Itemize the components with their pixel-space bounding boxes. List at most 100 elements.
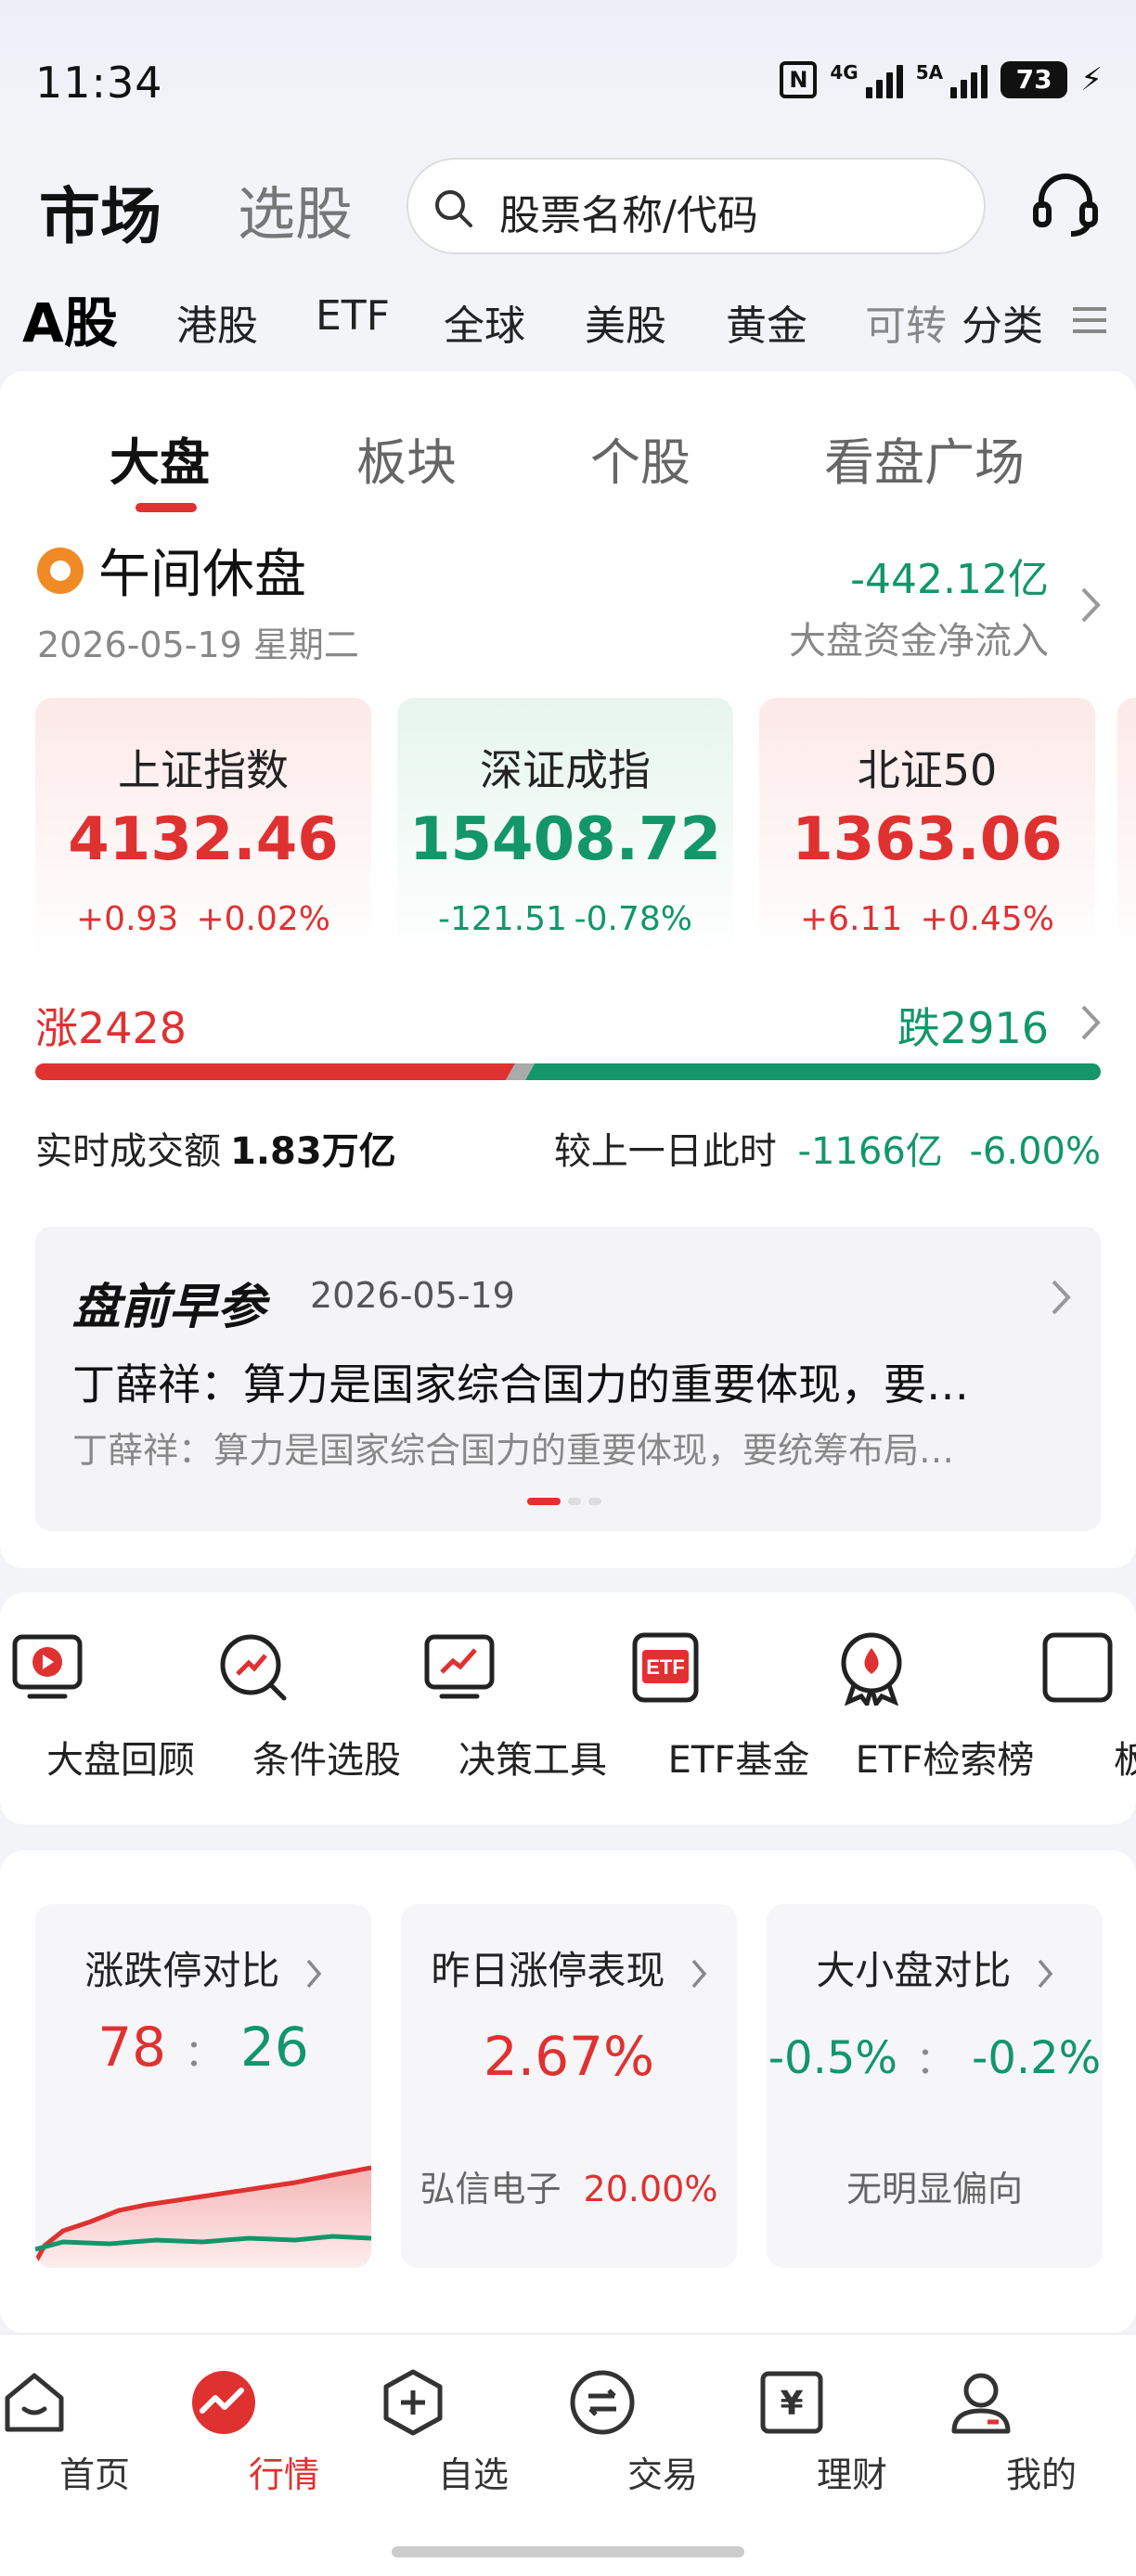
stat-title: 大小盘对比 (767, 1939, 1103, 1996)
compare-value: -1166亿 (797, 1130, 943, 1173)
index-change: +0.93 +0.02% (35, 900, 371, 938)
index-card-next[interactable] (1117, 698, 1136, 972)
tool-decision[interactable]: 决策工具 (421, 1629, 644, 1784)
decliners-count: 2916 (939, 1003, 1049, 1053)
index-name: 深证成指 (480, 745, 651, 795)
index-name: 上证指数 (118, 745, 289, 795)
turnover-label: 实时成交额 (35, 1130, 221, 1173)
market-tab-etf[interactable]: ETF (316, 292, 390, 340)
limit-up-count: 78 (97, 2016, 166, 2079)
tool-label: 板块 (1114, 1739, 1136, 1782)
market-tab-convertible[interactable]: 可转 (865, 292, 947, 352)
market-tab-hk[interactable]: 港股 (176, 292, 258, 352)
carousel-dots (527, 1498, 601, 1505)
session-date: 2026-05-19 星期二 (37, 625, 359, 665)
etf-icon: ETF (627, 1629, 850, 1706)
carousel-dot (527, 1498, 561, 1505)
market-tab-global[interactable]: 全球 (444, 292, 525, 352)
decliners-label: 跌 (897, 1003, 940, 1053)
tool-etf-fund[interactable]: ETF ETF基金 (627, 1629, 850, 1784)
index-value: 4132.46 (68, 805, 339, 874)
market-tab-a-shares[interactable]: A股 (22, 279, 118, 357)
tab-market[interactable]: 市场 (39, 167, 161, 256)
signal-4g-icon: 4G (830, 61, 903, 98)
home-indicator[interactable] (392, 2546, 744, 2557)
tool-label: ETF基金 (667, 1739, 810, 1782)
customer-service-icon[interactable] (1028, 167, 1103, 241)
charging-icon: ⚡ (1080, 61, 1103, 98)
market-tab-us[interactable]: 美股 (585, 292, 666, 352)
subtab-plaza[interactable]: 看盘广场 (824, 421, 1025, 495)
add-hexagon-icon (379, 2368, 568, 2437)
chevron-right-icon (1080, 586, 1101, 624)
nav-watchlist[interactable]: 自选 (379, 2368, 568, 2497)
limit-compare-card[interactable]: 涨跌停对比 78 ： 26 (35, 1904, 371, 2268)
search-input[interactable]: 股票名称/代码 (407, 158, 986, 254)
news-date: 2026-05-19 (310, 1275, 515, 1316)
status-icons: N 4G 5A 73 ⚡ (780, 61, 1103, 98)
index-card-shanghai[interactable]: 上证指数 4132.46 +0.93 +0.02% (35, 698, 371, 972)
status-bar: 11:34 N 4G 5A 73 ⚡ (0, 0, 1136, 139)
nav-home[interactable]: 首页 (0, 2368, 189, 2497)
index-card-bse50[interactable]: 北证50 1363.06 +6.11 +0.45% (759, 698, 1095, 972)
tool-etf-ranking[interactable]: ETF检索榜 (833, 1629, 1056, 1784)
subtab-stocks[interactable]: 个股 (590, 421, 691, 495)
limit-down-count: 26 (240, 2016, 309, 2079)
svg-text:ETF: ETF (646, 1655, 685, 1679)
yesterday-limit-stock: 弘信电子 20.00% (401, 2160, 737, 2211)
nav-profile[interactable]: 我的 (947, 2368, 1136, 2497)
morning-brief-card[interactable]: 盘前早参 2026-05-19 丁薛祥：算力是国家综合国力的重要体现，要… 丁薛… (35, 1227, 1101, 1531)
index-change-pct: -0.78% (574, 900, 692, 938)
nav-trade[interactable]: 交易 (568, 2368, 757, 2497)
index-value: 1363.06 (792, 805, 1063, 874)
stat-title-text: 大小盘对比 (816, 1948, 1012, 1993)
small-cap-change: -0.2% (972, 2032, 1102, 2084)
tab-stock-picker[interactable]: 选股 (238, 167, 353, 251)
news-title: 盘前早参 (72, 1280, 266, 1335)
home-icon (0, 2368, 189, 2437)
advancers: 涨2428 (35, 995, 187, 1056)
tool-condition-screener[interactable]: 条件选股 (215, 1629, 438, 1784)
svg-text:¥: ¥ (780, 2385, 803, 2423)
chevron-right-icon (1038, 1959, 1052, 1988)
netflow-value: -442.12亿 (850, 556, 1049, 603)
tool-market-review[interactable]: 大盘回顾 (9, 1629, 232, 1784)
signal-5a-icon: 5A (916, 61, 988, 98)
search-placeholder: 股票名称/代码 (499, 192, 758, 239)
chevron-right-icon (1080, 1004, 1101, 1041)
subtab-market[interactable]: 大盘 (110, 421, 210, 495)
index-value: 15408.72 (408, 805, 722, 874)
bottom-nav: 首页 行情 自选 交易 ¥ 理财 我的 (0, 2333, 1136, 2576)
nfc-icon: N (780, 61, 818, 98)
size-compare-card[interactable]: 大小盘对比 -0.5% ： -0.2% 无明显偏向 (767, 1904, 1103, 2268)
search-icon (432, 187, 475, 230)
news-snippet: 丁薛祥：算力是国家综合国力的重要体现，要统筹布局… (72, 1430, 955, 1471)
yuan-icon: ¥ (757, 2368, 947, 2437)
market-tabs: A股 港股 ETF 全球 美股 黄金 可转 分类 (0, 274, 1136, 367)
medal-icon (833, 1629, 1056, 1706)
nav-label: 我的 (1005, 2454, 1077, 2495)
yesterday-limit-return: 2.67% (483, 2025, 655, 2088)
nav-wealth[interactable]: ¥ 理财 (757, 2368, 947, 2497)
nav-market[interactable]: 行情 (189, 2368, 379, 2497)
market-tab-gold[interactable]: 黄金 (726, 292, 807, 352)
stat-title: 涨跌停对比 (35, 1939, 371, 1996)
menu-icon[interactable] (1071, 302, 1108, 339)
ratio-separator: ： (916, 2040, 953, 2082)
index-name: 北证50 (857, 745, 998, 795)
session-row[interactable]: 午间休盘 2026-05-19 星期二 -442.12亿 大盘资金净流入 (0, 520, 1136, 668)
yesterday-limit-card[interactable]: 昨日涨停表现 2.67% 弘信电子 20.00% (401, 1904, 737, 2268)
tools-card: 大盘回顾 条件选股 决策工具 ETF ETF基金 ETF检索榜 板块 (0, 1592, 1136, 1824)
chevron-right-icon (1051, 1279, 1071, 1316)
market-breadth[interactable]: 涨2428 跌2916 (0, 984, 1136, 1058)
subtab-sector[interactable]: 板块 (356, 421, 457, 495)
index-card-shenzhen[interactable]: 深证成指 15408.72 -121.51 -0.78% (397, 698, 733, 972)
search-trend-icon (215, 1629, 438, 1706)
ratio-separator: ： (185, 2032, 222, 2075)
netflow-label: 大盘资金净流入 (789, 620, 1049, 663)
news-headline: 丁薛祥：算力是国家综合国力的重要体现，要… (72, 1359, 969, 1410)
tool-label: ETF检索榜 (855, 1739, 1035, 1782)
header: 市场 选股 股票名称/代码 (0, 139, 1136, 274)
tool-sector[interactable]: 板块 (1039, 1629, 1136, 1784)
market-tab-category[interactable]: 分类 (962, 292, 1043, 352)
